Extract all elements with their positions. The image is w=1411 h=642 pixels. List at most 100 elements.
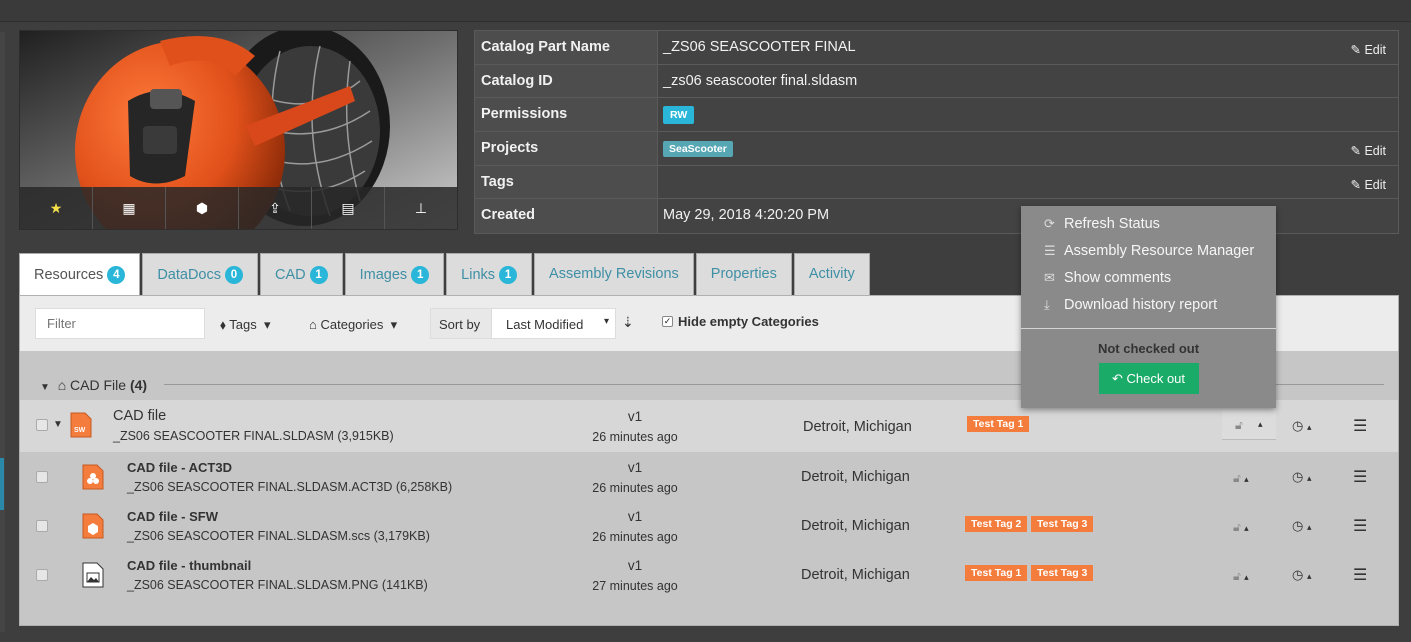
resource-name[interactable]: CAD file - SFW bbox=[127, 509, 218, 524]
tab-assembly-revisions[interactable]: Assembly Revisions bbox=[534, 253, 694, 295]
row-checkbox[interactable] bbox=[36, 419, 48, 431]
chevron-down-icon: ▾ bbox=[390, 317, 398, 332]
table-icon[interactable]: ▦ bbox=[93, 187, 166, 229]
menu-item-refresh-status[interactable]: ⟳ Refresh Status bbox=[1021, 211, 1276, 238]
caret-up-icon: ▴ bbox=[1244, 523, 1249, 533]
cube-icon[interactable]: ⬢ bbox=[166, 187, 239, 229]
row-checkbox[interactable] bbox=[36, 520, 48, 532]
table-row[interactable]: CAD file - SFW _ZS06 SEASCOOTER FINAL.SL… bbox=[20, 502, 1398, 551]
svg-text:SW: SW bbox=[74, 427, 86, 434]
filter-input[interactable] bbox=[35, 308, 205, 339]
preview-toolbar: ★ ▦ ⬢ ⇪ ▤ ⊥ bbox=[20, 187, 457, 229]
resource-version: v1 bbox=[627, 460, 643, 475]
resource-name[interactable]: CAD file bbox=[113, 408, 166, 424]
tab-resources[interactable]: Resources 4 bbox=[19, 253, 141, 295]
upload-icon[interactable]: ⇪ bbox=[239, 187, 312, 229]
check-out-label: Check out bbox=[1126, 371, 1186, 386]
info-label: Tags bbox=[475, 165, 658, 199]
edit-icon: ✎ bbox=[1350, 43, 1361, 57]
catalog-part-name: _ZS06 SEASCOOTER FINAL bbox=[663, 39, 856, 55]
catalog-id-value: _zs06 seascooter final.sldasm bbox=[658, 64, 1398, 98]
history-icon[interactable]: ◷ ▴ bbox=[1292, 567, 1312, 583]
hide-empty-toggle[interactable]: ✓ Hide empty Categories bbox=[662, 314, 819, 329]
edit-tags-button[interactable]: ✎ Edit bbox=[1350, 177, 1386, 192]
categories-dropdown[interactable]: ⌂ Categories ▾ bbox=[309, 317, 397, 333]
menu-item-assembly-resource-manager[interactable]: ☰ Assembly Resource Manager bbox=[1021, 238, 1276, 265]
left-edge-handle[interactable] bbox=[0, 458, 4, 510]
lock-dropdown-trigger[interactable]: 🔓︎ ▴ bbox=[1222, 410, 1276, 440]
tag-badge[interactable]: Test Tag 1 bbox=[965, 565, 1028, 581]
info-value: ✎ Edit bbox=[658, 165, 1398, 199]
caret-up-icon: ▴ bbox=[1306, 422, 1312, 432]
info-label: Permissions bbox=[475, 98, 658, 132]
resource-age: 26 minutes ago bbox=[592, 481, 678, 495]
edit-projects-button[interactable]: ✎ Edit bbox=[1350, 143, 1386, 158]
edit-label: Edit bbox=[1364, 43, 1386, 57]
table-row[interactable]: CAD file - ACT3D _ZS06 SEASCOOTER FINAL.… bbox=[20, 453, 1398, 502]
lock-dropdown-menu: ⟳ Refresh Status ☰ Assembly Resource Manag… bbox=[1021, 206, 1276, 408]
project-badge[interactable]: SeaScooter bbox=[663, 141, 733, 158]
menu-item-show-comments[interactable]: ✉ Show comments bbox=[1021, 265, 1276, 292]
expand-caret-icon[interactable]: ▼ bbox=[53, 419, 63, 430]
row-menu-icon[interactable]: ☰ bbox=[1353, 416, 1367, 436]
sort-direction-icon[interactable]: ⇣ bbox=[622, 314, 634, 331]
tab-cad[interactable]: CAD 1 bbox=[259, 253, 343, 295]
sort-value: Last Modified bbox=[506, 317, 584, 332]
permission-badge: RW bbox=[663, 106, 695, 125]
caret-up-icon: ▴ bbox=[1306, 571, 1312, 581]
tag-badge[interactable]: Test Tag 1 bbox=[967, 416, 1030, 432]
history-icon[interactable]: ◷ ▴ bbox=[1292, 469, 1312, 485]
sort-select[interactable]: Last Modified ▾ bbox=[492, 309, 615, 338]
edit-part-name-button[interactable]: ✎ Edit bbox=[1350, 42, 1386, 57]
resource-filename: _ZS06 SEASCOOTER FINAL.SLDASM.scs (3,179… bbox=[127, 529, 430, 543]
row-menu-icon[interactable]: ☰ bbox=[1353, 467, 1367, 487]
menu-item-download-history-report[interactable]: ⤓ Download history report bbox=[1021, 292, 1276, 319]
info-row-tags: Tags ✎ Edit bbox=[475, 165, 1398, 200]
comments-icon: ✉ bbox=[1044, 270, 1055, 285]
reply-icon: ↶ bbox=[1111, 371, 1123, 386]
tab-properties[interactable]: Properties bbox=[695, 253, 792, 295]
info-label: Catalog Part Name bbox=[475, 31, 658, 64]
tag-badge[interactable]: Test Tag 3 bbox=[1031, 516, 1094, 532]
tags-dropdown[interactable]: ⬧ Tags ▾ bbox=[220, 317, 270, 333]
resource-name[interactable]: CAD file - thumbnail bbox=[127, 558, 251, 573]
resource-name[interactable]: CAD file - ACT3D bbox=[127, 460, 232, 475]
act3d-file-icon bbox=[82, 464, 104, 490]
unlock-icon: 🔓︎ bbox=[1233, 569, 1241, 583]
checkbox-checked-icon[interactable]: ✓ bbox=[662, 316, 673, 327]
chevron-down-icon: ▾ bbox=[263, 317, 271, 332]
info-value: _ZS06 SEASCOOTER FINAL ✎ Edit bbox=[658, 31, 1398, 64]
check-out-button[interactable]: ↶ Check out bbox=[1098, 363, 1199, 394]
hide-empty-label: Hide empty Categories bbox=[678, 314, 819, 329]
tags-label: Tags bbox=[229, 317, 257, 332]
tab-images[interactable]: Images 1 bbox=[344, 253, 445, 295]
lock-icon[interactable]: 🔓︎ ▴ bbox=[1233, 520, 1249, 535]
row-menu-icon[interactable]: ☰ bbox=[1353, 516, 1367, 536]
row-checkbox[interactable] bbox=[36, 569, 48, 581]
tab-activity[interactable]: Activity bbox=[793, 253, 870, 295]
part-preview[interactable]: ★ ▦ ⬢ ⇪ ▤ ⊥ bbox=[19, 30, 458, 230]
row-checkbox[interactable] bbox=[36, 471, 48, 483]
lock-icon[interactable]: 🔓︎ ▴ bbox=[1233, 569, 1249, 584]
sort-by-label: Sort by bbox=[431, 309, 492, 338]
tag-badge[interactable]: Test Tag 2 bbox=[965, 516, 1028, 532]
count-badge: 1 bbox=[499, 266, 518, 284]
list-icon: ☰ bbox=[1044, 243, 1056, 258]
tag-badge[interactable]: Test Tag 3 bbox=[1031, 565, 1094, 581]
refresh-icon: ⟳ bbox=[1044, 216, 1055, 231]
document-icon[interactable]: ▤ bbox=[312, 187, 385, 229]
resource-filename: _ZS06 SEASCOOTER FINAL.SLDASM (3,915KB) bbox=[113, 429, 394, 443]
tab-links[interactable]: Links 1 bbox=[446, 253, 533, 295]
count-badge: 4 bbox=[107, 266, 126, 284]
table-row[interactable]: CAD file - thumbnail _ZS06 SEASCOOTER FI… bbox=[20, 551, 1398, 600]
history-icon[interactable]: ◷ ▴ bbox=[1292, 518, 1312, 534]
count-badge: 0 bbox=[224, 266, 243, 284]
pin-icon[interactable]: ⊥ bbox=[385, 187, 457, 229]
row-menu-icon[interactable]: ☰ bbox=[1353, 565, 1367, 585]
resource-version: v1 bbox=[627, 509, 643, 524]
lock-icon[interactable]: 🔓︎ ▴ bbox=[1233, 471, 1249, 486]
tab-datadocs[interactable]: DataDocs 0 bbox=[142, 253, 258, 295]
star-icon[interactable]: ★ bbox=[20, 187, 93, 229]
history-icon[interactable]: ◷ ▴ bbox=[1292, 418, 1312, 434]
menu-divider bbox=[1021, 328, 1276, 329]
